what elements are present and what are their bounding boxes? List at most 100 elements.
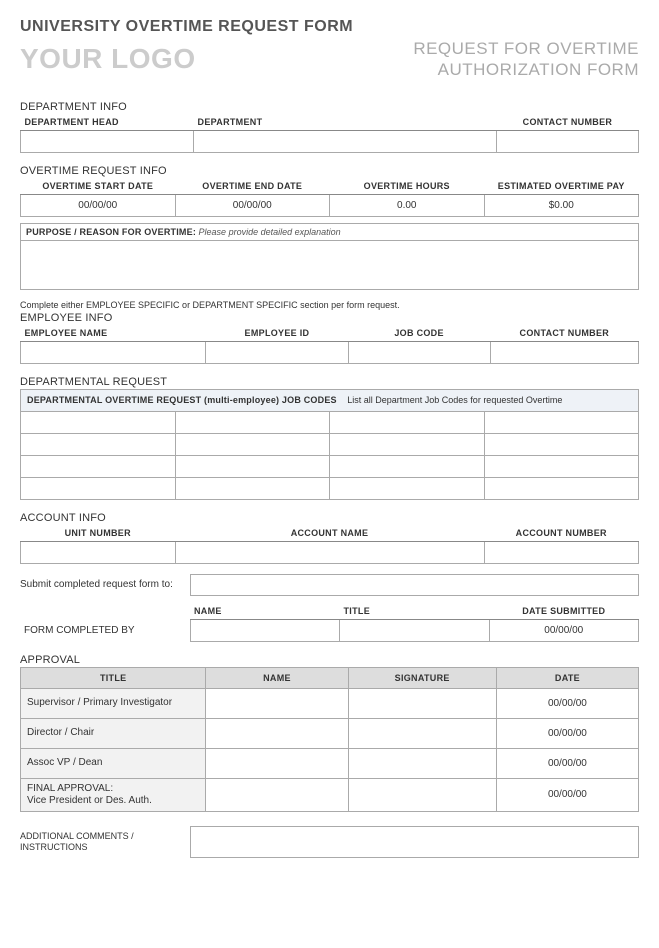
col-department-head: DEPARTMENT HEAD [21, 114, 194, 131]
field-department-head[interactable] [21, 130, 194, 152]
field-ot-start-date[interactable]: 00/00/00 [21, 194, 176, 216]
departmental-request-table: DEPARTMENTAL OVERTIME REQUEST (multi-emp… [20, 389, 639, 500]
col-name: NAME [190, 600, 340, 620]
comments-label: ADDITIONAL COMMENTS / INSTRUCTIONS [20, 826, 190, 858]
instruction-text: Complete either EMPLOYEE SPECIFIC or DEP… [20, 300, 639, 310]
field-completed-date[interactable]: 00/00/00 [489, 619, 639, 641]
col-approval-name: NAME [206, 667, 348, 688]
col-employee-name: EMPLOYEE NAME [21, 325, 206, 342]
dept-jobcode-cell[interactable] [175, 455, 330, 477]
submit-field[interactable] [190, 574, 639, 596]
section-approval: APPROVAL [20, 654, 639, 666]
dept-jobcode-cell[interactable] [484, 477, 639, 499]
field-contact-number[interactable] [496, 130, 638, 152]
table-row: Supervisor / Primary Investigator 00/00/… [21, 688, 639, 718]
col-ot-hours: OVERTIME HOURS [330, 178, 485, 195]
dept-jobcode-cell[interactable] [175, 411, 330, 433]
dept-req-header-note: List all Department Job Codes for reques… [347, 395, 562, 405]
table-row [21, 477, 639, 499]
approval-name-field[interactable] [206, 688, 348, 718]
dept-jobcode-cell[interactable] [330, 477, 485, 499]
col-employee-id: EMPLOYEE ID [206, 325, 348, 342]
table-row: FINAL APPROVAL: Vice President or Des. A… [21, 778, 639, 811]
dept-jobcode-cell[interactable] [330, 455, 485, 477]
field-account-name[interactable] [175, 541, 484, 563]
purpose-field[interactable] [20, 240, 639, 290]
field-department[interactable] [194, 130, 497, 152]
approval-title-cell: Supervisor / Primary Investigator [21, 688, 206, 718]
field-job-code[interactable] [348, 341, 490, 363]
approval-date-field[interactable]: 00/00/00 [496, 718, 638, 748]
col-approval-signature: SIGNATURE [348, 667, 496, 688]
field-employee-name[interactable] [21, 341, 206, 363]
page-title: UNIVERSITY OVERTIME REQUEST FORM [20, 18, 639, 36]
field-account-number[interactable] [484, 541, 639, 563]
table-row: Director / Chair 00/00/00 [21, 718, 639, 748]
col-ot-end-date: OVERTIME END DATE [175, 178, 330, 195]
header-row: YOUR LOGO REQUEST FOR OVERTIME AUTHORIZA… [20, 38, 639, 81]
completed-by-label: FORM COMPLETED BY [20, 619, 190, 641]
purpose-label: PURPOSE / REASON FOR OVERTIME: [26, 227, 196, 237]
approval-table: TITLE NAME SIGNATURE DATE Supervisor / P… [20, 667, 639, 812]
dept-jobcode-cell[interactable] [484, 455, 639, 477]
field-estimated-pay[interactable]: $0.00 [484, 194, 639, 216]
dept-jobcode-cell[interactable] [21, 477, 176, 499]
approval-name-field[interactable] [206, 718, 348, 748]
col-date-submitted: DATE SUBMITTED [489, 600, 639, 620]
purpose-box: PURPOSE / REASON FOR OVERTIME: Please pr… [20, 223, 639, 290]
purpose-header: PURPOSE / REASON FOR OVERTIME: Please pr… [20, 223, 639, 240]
field-completed-name[interactable] [190, 619, 340, 641]
field-employee-id[interactable] [206, 341, 348, 363]
table-row [21, 455, 639, 477]
approval-signature-field[interactable] [348, 688, 496, 718]
subtitle-line1: REQUEST FOR OVERTIME [413, 38, 639, 59]
comments-row: ADDITIONAL COMMENTS / INSTRUCTIONS [20, 826, 639, 858]
col-title: TITLE [340, 600, 490, 620]
field-ot-end-date[interactable]: 00/00/00 [175, 194, 330, 216]
approval-signature-field[interactable] [348, 718, 496, 748]
approval-date-field[interactable]: 00/00/00 [496, 778, 638, 811]
section-account-info: ACCOUNT INFO [20, 512, 639, 524]
dept-jobcode-cell[interactable] [21, 455, 176, 477]
section-overtime-request-info: OVERTIME REQUEST INFO [20, 165, 639, 177]
approval-date-field[interactable]: 00/00/00 [496, 748, 638, 778]
col-emp-contact-number: CONTACT NUMBER [490, 325, 638, 342]
col-account-name: ACCOUNT NAME [175, 525, 484, 542]
approval-date-field[interactable]: 00/00/00 [496, 688, 638, 718]
subtitle: REQUEST FOR OVERTIME AUTHORIZATION FORM [413, 38, 639, 81]
overtime-request-table: OVERTIME START DATE OVERTIME END DATE OV… [20, 178, 639, 217]
dept-jobcode-cell[interactable] [175, 433, 330, 455]
comments-field[interactable] [190, 826, 639, 858]
col-unit-number: UNIT NUMBER [21, 525, 176, 542]
col-estimated-pay: ESTIMATED OVERTIME PAY [484, 178, 639, 195]
approval-title-cell: Assoc VP / Dean [21, 748, 206, 778]
dept-jobcode-cell[interactable] [330, 433, 485, 455]
dept-jobcode-cell[interactable] [21, 433, 176, 455]
section-department-info: DEPARTMENT INFO [20, 101, 639, 113]
dept-jobcode-cell[interactable] [484, 411, 639, 433]
field-completed-title[interactable] [340, 619, 490, 641]
dept-jobcode-cell[interactable] [21, 411, 176, 433]
col-contact-number: CONTACT NUMBER [496, 114, 638, 131]
dept-req-header-bold: DEPARTMENTAL OVERTIME REQUEST (multi-emp… [27, 395, 337, 405]
field-unit-number[interactable] [21, 541, 176, 563]
field-emp-contact-number[interactable] [490, 341, 638, 363]
section-employee-info: EMPLOYEE INFO [20, 312, 639, 324]
approval-signature-field[interactable] [348, 778, 496, 811]
logo-placeholder: YOUR LOGO [20, 43, 196, 75]
table-row [21, 411, 639, 433]
dept-jobcode-cell[interactable] [330, 411, 485, 433]
dept-jobcode-cell[interactable] [175, 477, 330, 499]
section-departmental-request: DEPARTMENTAL REQUEST [20, 376, 639, 388]
table-row [21, 433, 639, 455]
approval-title-cell: Director / Chair [21, 718, 206, 748]
department-info-table: DEPARTMENT HEAD DEPARTMENT CONTACT NUMBE… [20, 114, 639, 153]
approval-name-field[interactable] [206, 778, 348, 811]
col-approval-date: DATE [496, 667, 638, 688]
col-ot-start-date: OVERTIME START DATE [21, 178, 176, 195]
approval-signature-field[interactable] [348, 748, 496, 778]
approval-title-cell: FINAL APPROVAL: Vice President or Des. A… [21, 778, 206, 811]
field-ot-hours[interactable]: 0.00 [330, 194, 485, 216]
approval-name-field[interactable] [206, 748, 348, 778]
dept-jobcode-cell[interactable] [484, 433, 639, 455]
